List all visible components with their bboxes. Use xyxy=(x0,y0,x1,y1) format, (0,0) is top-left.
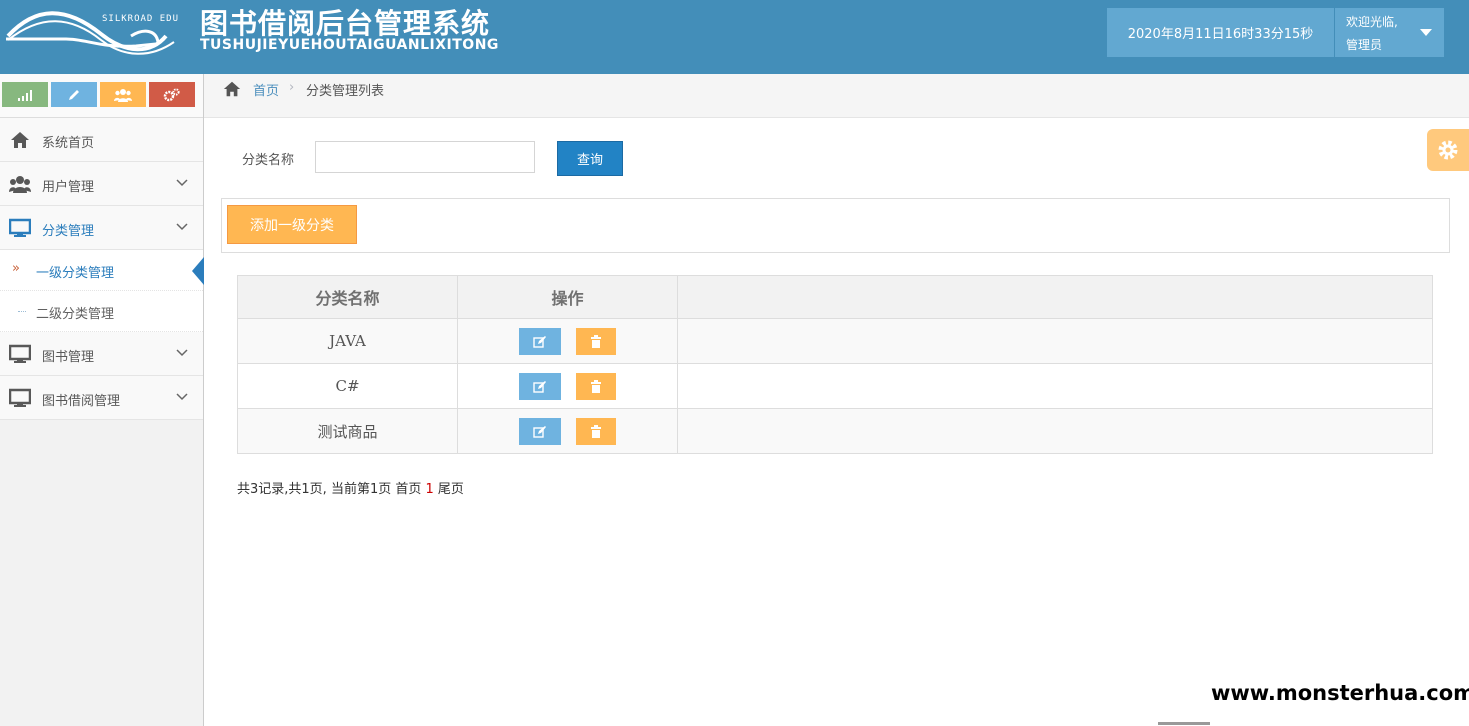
trash-icon xyxy=(590,379,601,393)
chevron-right-icon: › xyxy=(289,80,295,95)
edit-icon xyxy=(533,335,547,348)
caret-down-icon xyxy=(1420,29,1432,36)
pagination: 共3记录,共1页, 当前第1页 首页 1 尾页 xyxy=(237,478,464,497)
edit-button[interactable] xyxy=(519,372,562,400)
delete-button[interactable] xyxy=(575,372,616,400)
desktop-icon xyxy=(9,344,31,363)
table-row: C# xyxy=(237,363,1433,409)
sidebar-item-label: 用户管理 xyxy=(42,180,95,195)
delete-button[interactable] xyxy=(575,417,616,445)
pagination-current-page[interactable]: 1 xyxy=(425,482,433,497)
signal-icon[interactable] xyxy=(2,82,48,107)
pagination-summary: 共3记录,共1页, 当前第1页 首页 xyxy=(237,482,426,497)
chevron-down-icon xyxy=(176,349,188,357)
trash-icon xyxy=(590,334,601,348)
cogs-icon[interactable] xyxy=(149,82,195,107)
app-title-pinyin: TUSHUJIEYUEHOUTAIGUANLIXITONG xyxy=(200,37,499,53)
table-header-row: 分类名称 操作 xyxy=(237,275,1433,319)
sidebar-subitem-label: 一级分类管理 xyxy=(36,266,115,281)
tree-connector xyxy=(18,311,26,312)
sidebar-item-label: 分类管理 xyxy=(42,224,95,239)
column-header-blank xyxy=(677,275,1433,319)
sidebar-item-category-management[interactable]: 分类管理 xyxy=(0,206,203,250)
gear-icon xyxy=(1438,140,1458,160)
user-menu[interactable]: 欢迎光临, 管理员 xyxy=(1335,8,1444,57)
table-row: JAVA xyxy=(237,318,1433,364)
breadcrumb-home-link[interactable]: 首页 xyxy=(253,80,279,99)
add-level1-category-button[interactable]: 添加一级分类 xyxy=(227,205,357,244)
sidebar-shortcuts xyxy=(0,74,203,118)
brand-name: SILKROAD EDU xyxy=(102,14,180,24)
category-table: 分类名称 操作 JAVA C# 测试商品 xyxy=(237,275,1433,454)
sidebar-item-book-management[interactable]: 图书管理 xyxy=(0,332,203,376)
current-datetime: 2020年8月11日16时33分15秒 xyxy=(1107,8,1334,57)
table-row: 测试商品 xyxy=(237,408,1433,454)
search-label: 分类名称 xyxy=(242,153,295,168)
chevron-down-icon xyxy=(176,223,188,231)
app-title: 图书借阅后台管理系统 xyxy=(200,7,491,40)
sidebar-item-label: 图书借阅管理 xyxy=(42,394,121,409)
sidebar-item-label: 图书管理 xyxy=(42,350,95,365)
blank-cell xyxy=(677,318,1433,364)
pagination-last-page[interactable]: 尾页 xyxy=(434,482,464,497)
sidebar-subitem-level1-category[interactable]: » 一级分类管理 xyxy=(0,250,204,291)
edit-button[interactable] xyxy=(519,327,562,355)
chevron-down-icon xyxy=(176,393,188,401)
desktop-icon xyxy=(9,218,31,237)
category-name-cell: 测试商品 xyxy=(237,408,458,454)
column-header-actions: 操作 xyxy=(457,275,678,319)
category-name-cell: C# xyxy=(237,363,458,409)
actions-cell xyxy=(457,408,678,454)
blank-cell xyxy=(677,363,1433,409)
sidebar: 系统首页 用户管理 分类管理 » 一级分类管理 二级分类管理 图书管理 图书借阅… xyxy=(0,74,204,726)
edit-icon xyxy=(533,425,547,438)
home-icon xyxy=(11,132,29,148)
welcome-text: 欢迎光临, xyxy=(1346,15,1398,29)
category-name-cell: JAVA xyxy=(237,318,458,364)
edit-icon xyxy=(533,380,547,393)
query-button[interactable]: 查询 xyxy=(557,141,623,176)
user-role: 管理员 xyxy=(1346,38,1383,52)
trash-icon xyxy=(590,424,601,438)
chevron-down-icon xyxy=(176,179,188,187)
sidebar-item-home[interactable]: 系统首页 xyxy=(0,118,203,162)
blank-cell xyxy=(677,408,1433,454)
category-name-input[interactable] xyxy=(315,141,535,173)
sidebar-item-label: 系统首页 xyxy=(42,136,95,151)
sidebar-item-borrow-management[interactable]: 图书借阅管理 xyxy=(0,376,203,420)
sidebar-subitem-label: 二级分类管理 xyxy=(36,307,115,322)
watermark: www.monsterhua.com xyxy=(1211,681,1469,705)
pencil-icon[interactable] xyxy=(51,82,97,107)
sidebar-item-user-management[interactable]: 用户管理 xyxy=(0,162,203,206)
divider xyxy=(1158,722,1210,725)
delete-button[interactable] xyxy=(575,327,616,355)
desktop-icon xyxy=(9,388,31,407)
users-icon[interactable] xyxy=(100,82,146,107)
home-icon xyxy=(223,81,241,97)
sidebar-subitem-level2-category[interactable]: 二级分类管理 xyxy=(0,291,203,332)
settings-toggle[interactable] xyxy=(1427,129,1469,171)
double-angle-right-icon: » xyxy=(12,261,20,276)
column-header-name: 分类名称 xyxy=(237,275,458,319)
breadcrumb: 首页 › 分类管理列表 xyxy=(204,74,1469,118)
top-navbar: SILKROAD EDU 图书借阅后台管理系统 TUSHUJIEYUEHOUTA… xyxy=(0,0,1469,74)
actions-cell xyxy=(457,318,678,364)
breadcrumb-current: 分类管理列表 xyxy=(306,84,385,99)
users-icon xyxy=(9,176,31,193)
toolbar-container xyxy=(221,198,1450,253)
edit-button[interactable] xyxy=(519,417,562,445)
actions-cell xyxy=(457,363,678,409)
active-indicator-arrow xyxy=(192,257,204,285)
